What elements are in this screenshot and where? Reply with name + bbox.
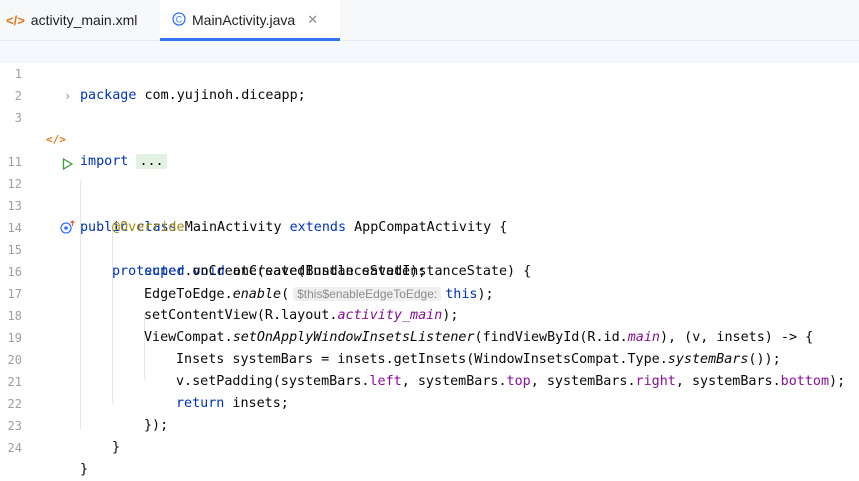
code-line: 13 @Override (0, 173, 859, 235)
tab-activity-main-xml[interactable]: </> activity_main.xml (0, 0, 166, 40)
xml-layout-icon[interactable]: </> (46, 129, 66, 151)
java-class-icon: C (172, 11, 186, 29)
code-line: 21 return insets; (0, 349, 859, 411)
code-line: 22 }); (0, 371, 859, 433)
code-text: } (80, 462, 89, 477)
tab-mainactivity-java[interactable]: C MainActivity.java ✕ (160, 0, 340, 41)
fold-chevron-icon[interactable]: › (64, 85, 71, 107)
code-line: 3 › import ... (0, 85, 859, 169)
code-line: 15 super.onCreate(savedInstanceState); (0, 217, 859, 279)
code-line: 19 Insets systemBars = insets.getInsets(… (0, 305, 859, 367)
code-line: 23 } (0, 393, 859, 455)
code-line: 11 </> public class MainActivity extends… (0, 129, 859, 235)
tab-label: MainActivity.java (192, 12, 296, 28)
close-icon[interactable]: ✕ (307, 12, 318, 28)
line-number: 24 (7, 441, 22, 455)
code-line: 20 v.setPadding(systemBars.left, systemB… (0, 327, 859, 389)
code-line: 16 EdgeToEdge.enable($this$enableEdgeToE… (0, 239, 859, 302)
code-line: 12 (0, 151, 859, 191)
code-line: 24 } (0, 415, 859, 477)
code-line: 17 setContentView(R.layout.activity_main… (0, 261, 859, 323)
svg-text:C: C (176, 14, 183, 24)
code-line: 18 ViewCompat.setOnApplyWindowInsetsList… (0, 283, 859, 345)
line-number: 3 (14, 111, 22, 125)
code-line: 1 package com.yujinoh.diceapp; (0, 41, 859, 103)
xml-file-icon: </> (6, 12, 25, 28)
code-line: 2 (0, 63, 859, 103)
code-line: 14 protected void onCreate(Bundle savedI… (0, 195, 859, 279)
tab-label: activity_main.xml (30, 12, 138, 28)
editor-tab-bar: </> activity_main.xml C MainActivity.jav… (0, 0, 859, 41)
